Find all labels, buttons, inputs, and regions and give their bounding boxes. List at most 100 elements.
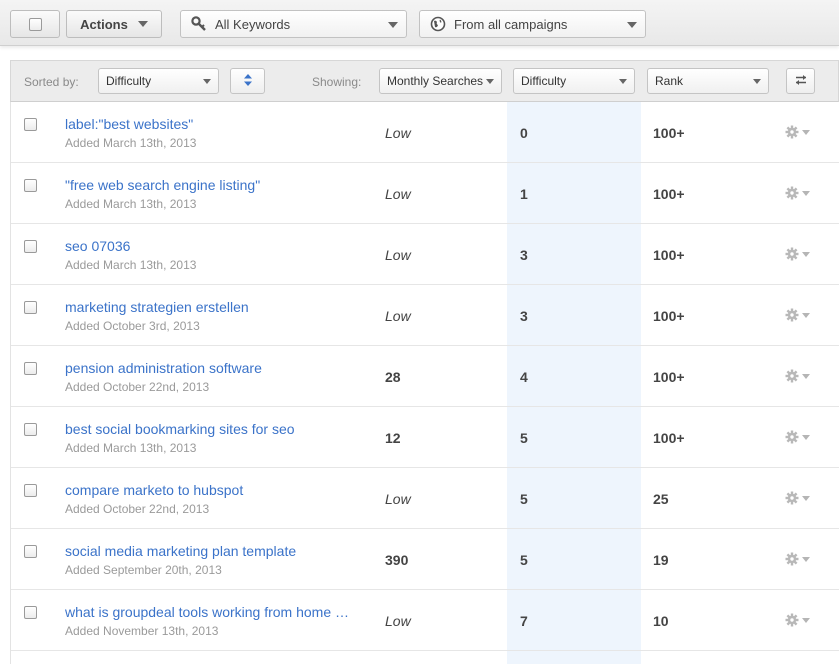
gear-icon	[785, 308, 799, 322]
monthly-searches: Low	[385, 491, 411, 507]
campaign-filter-select[interactable]: From all campaigns	[419, 10, 646, 38]
chevron-down-icon	[388, 22, 398, 28]
rank-value: 100+	[653, 247, 685, 263]
row-checkbox[interactable]	[24, 484, 37, 497]
difficulty-value: 4	[520, 369, 528, 385]
difficulty-value: 0	[520, 125, 528, 141]
chevron-down-icon	[802, 190, 810, 196]
column2-select[interactable]: Difficulty	[513, 68, 635, 94]
column3-select[interactable]: Rank	[647, 68, 769, 94]
table-row: pension administration software Added Oct…	[11, 346, 839, 407]
difficulty-value: 3	[520, 308, 528, 324]
added-date: Added September 20th, 2013	[65, 563, 222, 577]
keyword-filter-select[interactable]: All Keywords	[180, 10, 407, 38]
row-checkbox[interactable]	[24, 301, 37, 314]
sort-select[interactable]: Difficulty	[98, 68, 219, 94]
globe-icon	[430, 16, 446, 32]
chevron-down-icon	[627, 22, 637, 28]
sorted-by-label: Sorted by:	[24, 75, 79, 89]
monthly-searches: Low	[385, 613, 411, 629]
row-checkbox[interactable]	[24, 118, 37, 131]
actions-button[interactable]: Actions	[66, 10, 162, 38]
keyword-link[interactable]: pension administration software	[65, 360, 262, 376]
monthly-searches: Low	[385, 125, 411, 141]
chevron-down-icon	[203, 79, 211, 84]
difficulty-value: 3	[520, 247, 528, 263]
table-row: label:"best websites" Added March 13th, 2…	[11, 102, 839, 163]
keyword-link[interactable]: what is groupdeal tools working from hom…	[65, 604, 349, 620]
row-checkbox[interactable]	[24, 362, 37, 375]
rank-value: 100+	[653, 369, 685, 385]
monthly-searches: 390	[385, 552, 409, 568]
row-settings-button[interactable]	[785, 369, 810, 383]
row-settings-button[interactable]	[785, 491, 810, 505]
keywords-table: label:"best websites" Added March 13th, 2…	[10, 102, 839, 664]
added-date: Added March 13th, 2013	[65, 136, 197, 150]
added-date: Added November 13th, 2013	[65, 624, 219, 638]
row-settings-button[interactable]	[785, 125, 810, 139]
difficulty-value: 5	[520, 491, 528, 507]
monthly-searches: Low	[385, 308, 411, 324]
added-date: Added March 13th, 2013	[65, 197, 197, 211]
added-date: Added March 13th, 2013	[65, 258, 197, 272]
chevron-down-icon	[802, 434, 810, 440]
difficulty-value: 5	[520, 430, 528, 446]
key-icon	[191, 16, 207, 32]
row-settings-button[interactable]	[785, 308, 810, 322]
table-row: best social bookmarking sites for seo Add…	[11, 407, 839, 468]
swap-columns-button[interactable]	[786, 68, 815, 94]
chevron-down-icon	[802, 617, 810, 623]
row-checkbox[interactable]	[24, 423, 37, 436]
chevron-down-icon	[137, 21, 148, 27]
table-row: "free web search engine listing" Added Ma…	[11, 163, 839, 224]
gear-icon	[785, 613, 799, 627]
column1-select-value: Monthly Searches	[387, 74, 484, 88]
row-settings-button[interactable]	[785, 186, 810, 200]
actions-label: Actions	[80, 16, 128, 32]
column1-select[interactable]: Monthly Searches	[379, 68, 502, 94]
gear-icon	[785, 491, 799, 505]
keyword-link[interactable]: marketing strategien erstellen	[65, 299, 249, 315]
sort-direction-button[interactable]	[230, 68, 265, 94]
monthly-searches: 12	[385, 430, 401, 446]
keyword-link[interactable]: seo 07036	[65, 238, 130, 254]
monthly-searches: Low	[385, 186, 411, 202]
select-all-button[interactable]	[10, 10, 60, 38]
row-checkbox[interactable]	[24, 240, 37, 253]
column3-select-value: Rank	[655, 74, 684, 88]
rank-value: 19	[653, 552, 669, 568]
table-row: seo 07036 Added March 13th, 2013 Low 3 100+	[11, 224, 839, 285]
showing-label: Showing:	[312, 75, 362, 89]
chevron-down-icon	[802, 129, 810, 135]
row-settings-button[interactable]	[785, 247, 810, 261]
gear-icon	[785, 369, 799, 383]
row-checkbox[interactable]	[24, 179, 37, 192]
gear-icon	[785, 186, 799, 200]
keyword-link[interactable]: "free web search engine listing"	[65, 177, 260, 193]
chevron-down-icon	[486, 79, 494, 84]
keyword-link[interactable]: compare marketo to hubspot	[65, 482, 243, 498]
filter-bar: Sorted by: Difficulty Showing: Monthly S…	[10, 60, 839, 102]
row-settings-button[interactable]	[785, 430, 810, 444]
sort-select-value: Difficulty	[106, 74, 152, 88]
added-date: Added March 13th, 2013	[65, 441, 197, 455]
keyword-link[interactable]: best social bookmarking sites for seo	[65, 421, 295, 437]
keyword-link[interactable]: social media marketing plan template	[65, 543, 296, 559]
table-row: what is groupdeal tools working from hom…	[11, 590, 839, 651]
row-checkbox[interactable]	[24, 606, 37, 619]
gear-icon	[785, 430, 799, 444]
difficulty-value: 1	[520, 186, 528, 202]
rank-value: 10	[653, 613, 669, 629]
keyword-link[interactable]: label:"best websites"	[65, 116, 193, 132]
gear-icon	[785, 552, 799, 566]
rank-value: 100+	[653, 308, 685, 324]
chevron-down-icon	[802, 251, 810, 257]
column2-select-value: Difficulty	[521, 74, 567, 88]
row-settings-button[interactable]	[785, 613, 810, 627]
row-settings-button[interactable]	[785, 552, 810, 566]
select-all-checkbox[interactable]	[28, 17, 42, 31]
row-checkbox[interactable]	[24, 545, 37, 558]
table-row: social media marketing plan template Adde…	[11, 529, 839, 590]
chevron-down-icon	[619, 79, 627, 84]
chevron-down-icon	[802, 495, 810, 501]
